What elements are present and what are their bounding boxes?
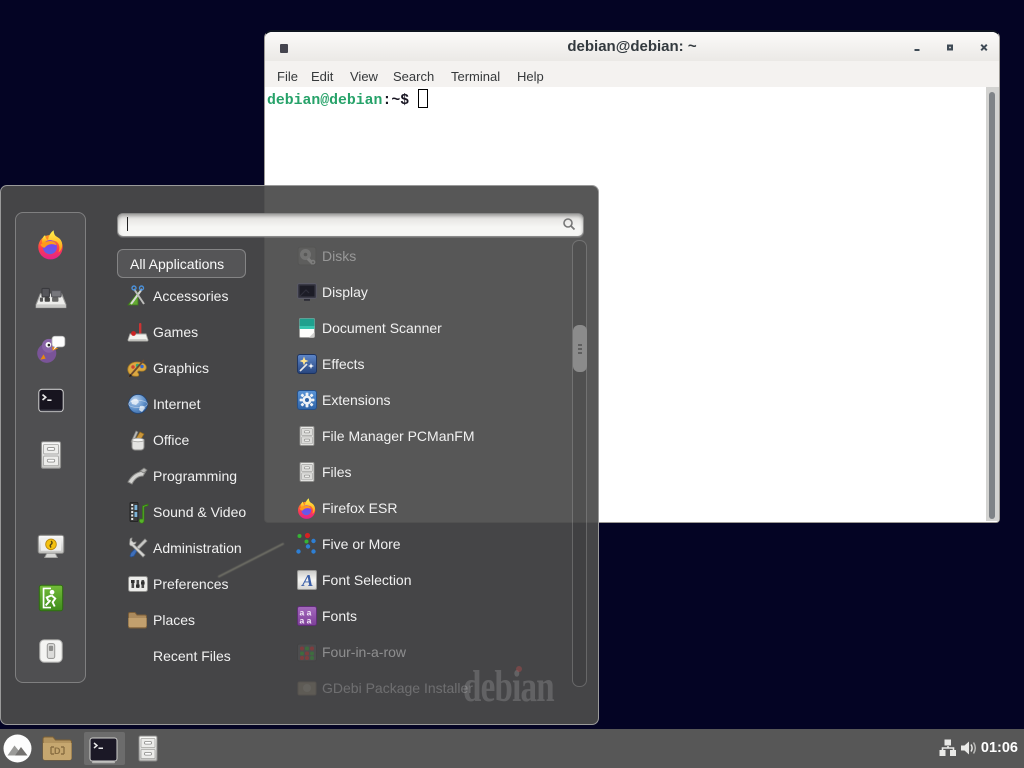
svg-text:D: D — [54, 746, 61, 756]
svg-text:A: A — [301, 571, 313, 590]
svg-text:a a: a a — [300, 616, 312, 626]
